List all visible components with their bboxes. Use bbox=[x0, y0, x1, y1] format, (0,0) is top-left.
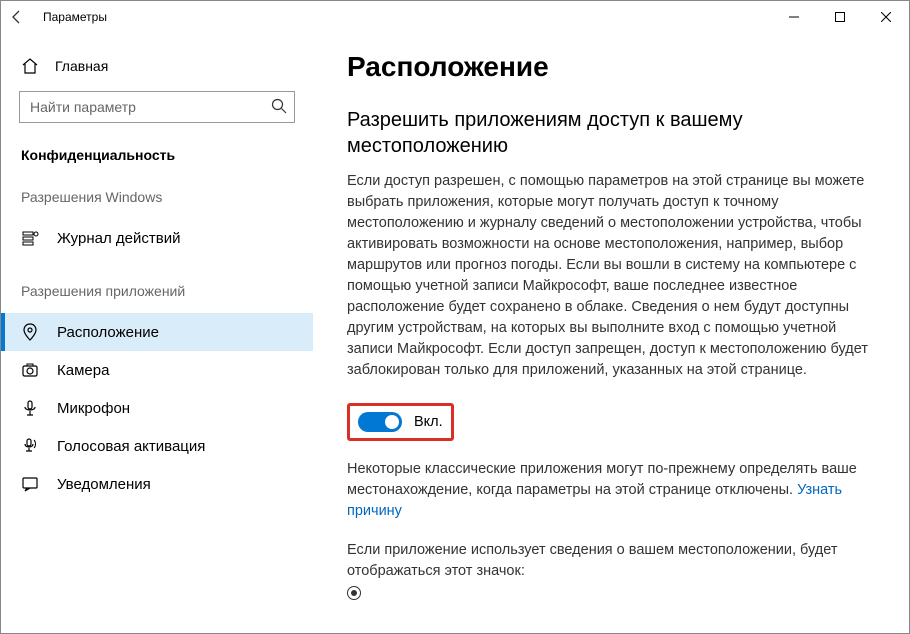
search-input[interactable] bbox=[19, 91, 295, 123]
category-title: Конфиденциальность bbox=[1, 147, 313, 189]
titlebar: Параметры bbox=[1, 1, 909, 33]
nav-activity-history[interactable]: Журнал действий bbox=[1, 219, 313, 257]
window-title: Параметры bbox=[43, 10, 107, 24]
notifications-icon bbox=[21, 475, 39, 493]
microphone-icon bbox=[21, 399, 39, 417]
indicator-note: Если приложение использует сведения о ва… bbox=[347, 540, 881, 600]
toggle-knob bbox=[385, 415, 399, 429]
location-access-toggle[interactable] bbox=[358, 412, 402, 432]
home-label: Главная bbox=[55, 58, 108, 74]
back-button[interactable] bbox=[9, 9, 25, 25]
nav-item-label: Микрофон bbox=[57, 400, 130, 417]
home-nav[interactable]: Главная bbox=[1, 51, 313, 91]
close-button[interactable] bbox=[863, 1, 909, 33]
page-title: Расположение bbox=[347, 51, 881, 83]
nav-item-label: Журнал действий bbox=[57, 230, 180, 247]
minimize-button[interactable] bbox=[771, 1, 817, 33]
location-access-toggle-row: Вкл. bbox=[347, 403, 454, 441]
home-icon bbox=[21, 57, 39, 75]
desktop-apps-note: Некоторые классические приложения могут … bbox=[347, 459, 881, 522]
location-indicator-icon bbox=[347, 586, 361, 600]
main-content: Расположение Разрешить приложениям досту… bbox=[313, 33, 909, 633]
nav-microphone[interactable]: Микрофон bbox=[1, 389, 313, 427]
nav-voice-activation[interactable]: Голосовая активация bbox=[1, 427, 313, 465]
maximize-button[interactable] bbox=[817, 1, 863, 33]
location-icon bbox=[21, 323, 39, 341]
section-windows-permissions: Разрешения Windows bbox=[1, 189, 313, 219]
toggle-label: Вкл. bbox=[414, 414, 443, 430]
nav-item-label: Расположение bbox=[57, 324, 159, 341]
nav-location[interactable]: Расположение bbox=[1, 313, 313, 351]
nav-item-label: Камера bbox=[57, 362, 109, 379]
nav-camera[interactable]: Камера bbox=[1, 351, 313, 389]
activity-history-icon bbox=[21, 229, 39, 247]
nav-item-label: Уведомления bbox=[57, 476, 151, 493]
section-app-permissions: Разрешения приложений bbox=[1, 283, 313, 313]
search-icon bbox=[271, 98, 287, 117]
section-subtitle: Разрешить приложениям доступ к вашему ме… bbox=[347, 107, 881, 159]
sidebar: Главная Конфиденциальность Разрешения Wi… bbox=[1, 33, 313, 633]
nav-notifications[interactable]: Уведомления bbox=[1, 465, 313, 503]
nav-item-label: Голосовая активация bbox=[57, 438, 205, 455]
camera-icon bbox=[21, 361, 39, 379]
voice-activation-icon bbox=[21, 437, 39, 455]
description-text: Если доступ разрешен, с помощью параметр… bbox=[347, 171, 881, 381]
